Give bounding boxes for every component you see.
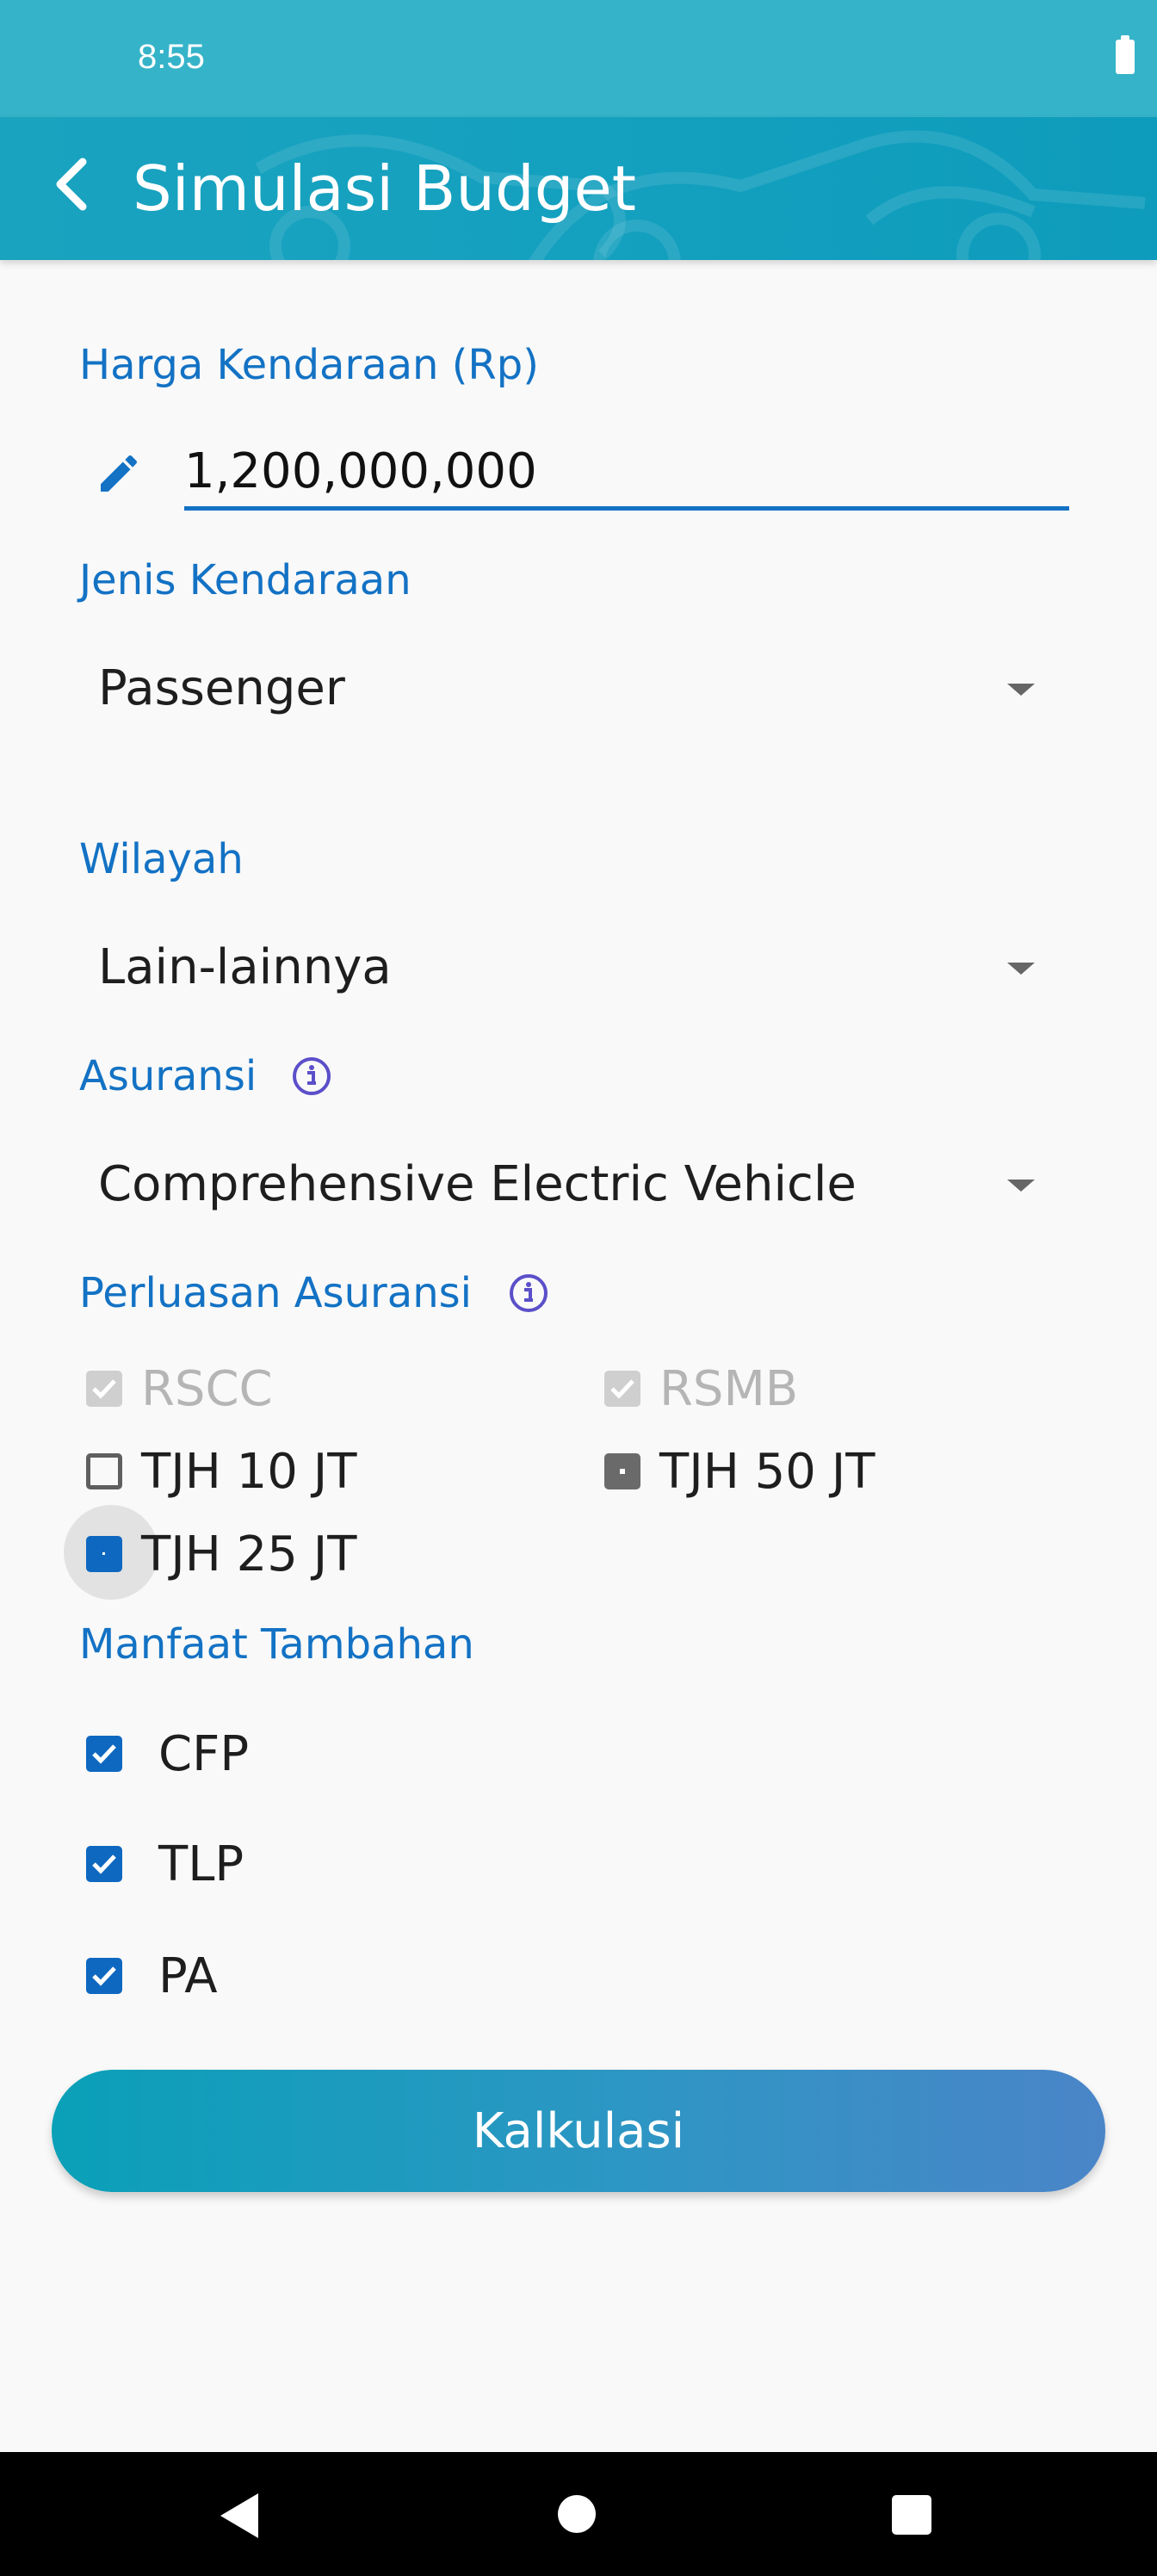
vehicle-type-label: Jenis Kendaraan xyxy=(79,556,411,604)
system-nav-bar xyxy=(0,2452,1157,2576)
checkbox-box xyxy=(86,1958,122,1994)
info-icon[interactable] xyxy=(508,1273,549,1314)
back-button[interactable] xyxy=(38,150,107,219)
checkbox-box xyxy=(86,1846,122,1882)
nav-home-icon[interactable] xyxy=(558,2495,596,2533)
nav-recent-apps-icon[interactable] xyxy=(892,2495,931,2535)
checkbox-box xyxy=(604,1371,640,1407)
checkbox-label: RSCC xyxy=(141,1360,273,1417)
checkbox-rsmb: RSMB xyxy=(604,1359,798,1419)
checkbox-label: CFP xyxy=(158,1725,250,1782)
check-icon xyxy=(610,1379,634,1399)
vehicle-type-dropdown[interactable]: Passenger xyxy=(79,641,1061,735)
insurance-value: Comprehensive Electric Vehicle xyxy=(98,1155,857,1212)
check-icon xyxy=(92,1855,116,1874)
checkbox-label: TLP xyxy=(158,1836,244,1892)
checkbox-label: TJH 10 JT xyxy=(141,1443,357,1500)
checkbox-box xyxy=(604,1453,640,1489)
checkbox-label: PA xyxy=(158,1947,218,2004)
benefits-label: Manfaat Tambahan xyxy=(79,1620,474,1669)
status-bar: 8:55 xyxy=(0,0,1157,117)
status-time: 8:55 xyxy=(138,38,205,76)
checkbox-rscc: RSCC xyxy=(86,1359,273,1419)
checkbox-tjh-25[interactable]: TJH 25 JT xyxy=(86,1524,356,1584)
checkbox-box xyxy=(86,1453,122,1489)
check-icon xyxy=(92,1744,116,1764)
checkbox-pa[interactable]: PA xyxy=(86,1946,218,2006)
region-dropdown[interactable]: Lain-lainnya xyxy=(79,920,1061,1014)
checkbox-label: RSMB xyxy=(659,1360,799,1417)
pencil-icon xyxy=(101,455,138,492)
checkbox-tjh-50[interactable]: TJH 50 JT xyxy=(604,1441,875,1502)
dropdown-arrow-icon xyxy=(1007,684,1035,696)
checkbox-tjh-10[interactable]: TJH 10 JT xyxy=(86,1441,356,1502)
dropdown-arrow-icon xyxy=(1007,1180,1035,1192)
page-title: Simulasi Budget xyxy=(133,152,636,225)
price-label: Harga Kendaraan (Rp) xyxy=(79,341,539,389)
checkbox-box xyxy=(86,1736,122,1772)
dropdown-arrow-icon xyxy=(1007,963,1035,975)
insurance-label: Asuransi xyxy=(79,1052,257,1100)
checkbox-cfp[interactable]: CFP xyxy=(86,1724,249,1784)
checkbox-box xyxy=(86,1536,122,1572)
region-value: Lain-lainnya xyxy=(98,938,392,995)
check-icon xyxy=(92,1966,116,1986)
calculate-button[interactable]: Kalkulasi xyxy=(52,2070,1105,2192)
region-label: Wilayah xyxy=(79,835,244,883)
nav-back-icon[interactable] xyxy=(220,2493,258,2538)
check-icon xyxy=(92,1379,116,1399)
app-bar: Simulasi Budget xyxy=(0,117,1157,260)
info-icon[interactable] xyxy=(291,1056,332,1097)
checkbox-label: TJH 25 JT xyxy=(141,1526,357,1582)
price-input[interactable] xyxy=(184,436,1069,511)
insurance-dropdown[interactable]: Comprehensive Electric Vehicle xyxy=(79,1136,1061,1231)
checkbox-box xyxy=(86,1371,122,1407)
arrow-back-icon xyxy=(56,158,87,211)
vehicle-type-value: Passenger xyxy=(98,659,345,716)
checkbox-label: TJH 50 JT xyxy=(659,1443,875,1500)
extension-label: Perluasan Asuransi xyxy=(79,1269,472,1317)
checkbox-tlp[interactable]: TLP xyxy=(86,1834,244,1894)
battery-icon xyxy=(1116,35,1135,74)
